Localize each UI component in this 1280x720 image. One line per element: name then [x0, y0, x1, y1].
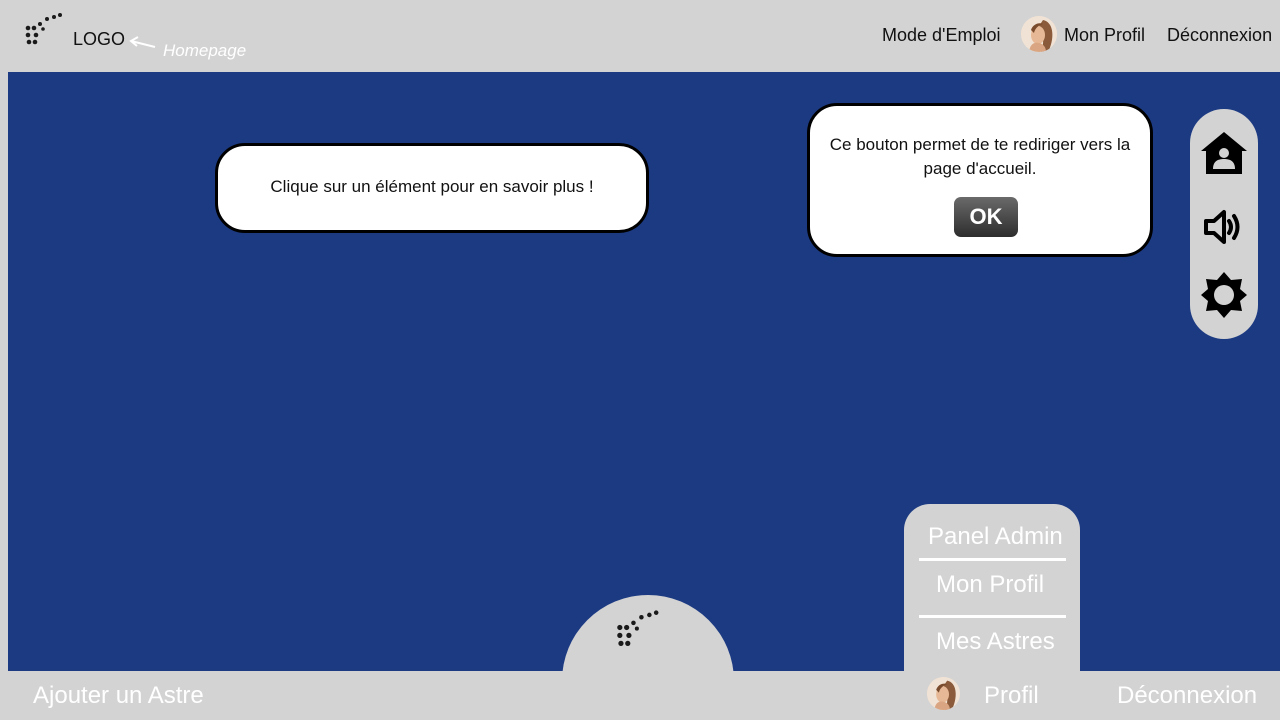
hint-bubble: Clique sur un élément pour en savoir plu…: [215, 143, 649, 233]
menu-item-mon-profil[interactable]: Mon Profil: [936, 571, 1044, 599]
profile-button[interactable]: Profil: [984, 682, 1039, 710]
home-button[interactable]: [1196, 127, 1252, 179]
logout-button[interactable]: Déconnexion: [1117, 682, 1257, 710]
speaker-icon: [1204, 210, 1240, 244]
logo-label[interactable]: LOGO: [73, 29, 125, 50]
ok-button[interactable]: OK: [954, 197, 1018, 237]
constellation-logo-icon[interactable]: [22, 12, 66, 52]
menu-item-panel-admin[interactable]: Panel Admin: [928, 523, 1063, 551]
hint-text: Clique sur un élément pour en savoir plu…: [270, 177, 594, 196]
user-photo-icon: [1021, 16, 1057, 52]
settings-icon: [1201, 272, 1247, 318]
homepage-annotation: Homepage: [163, 41, 247, 60]
app-root: LOGO Homepage Mode d'Emploi Mon Profil D…: [0, 0, 1280, 720]
avatar[interactable]: [1021, 16, 1057, 52]
menu-divider: [919, 615, 1066, 618]
settings-button[interactable]: [1196, 269, 1252, 321]
info-bubble: Ce bouton permet de te rediriger vers la…: [807, 103, 1153, 257]
side-panel: [1190, 109, 1258, 339]
nav-link-guide[interactable]: Mode d'Emploi: [882, 25, 1001, 46]
user-photo-icon: [927, 677, 960, 710]
sound-button[interactable]: [1196, 201, 1252, 253]
menu-divider: [919, 558, 1066, 561]
nav-link-logout[interactable]: Déconnexion: [1167, 25, 1272, 46]
add-astre-button[interactable]: Ajouter un Astre: [33, 682, 204, 710]
info-text: Ce bouton permet de te rediriger vers la…: [829, 135, 1131, 178]
constellation-logo-icon[interactable]: [613, 608, 663, 656]
user-menu: Panel Admin Mon Profil Mes Astres: [904, 504, 1080, 674]
menu-item-mes-astres[interactable]: Mes Astres: [936, 628, 1055, 656]
home-icon: [1201, 132, 1247, 174]
nav-link-profile[interactable]: Mon Profil: [1064, 25, 1145, 46]
annotation-arrow-icon: [129, 36, 156, 48]
avatar[interactable]: [927, 677, 960, 710]
